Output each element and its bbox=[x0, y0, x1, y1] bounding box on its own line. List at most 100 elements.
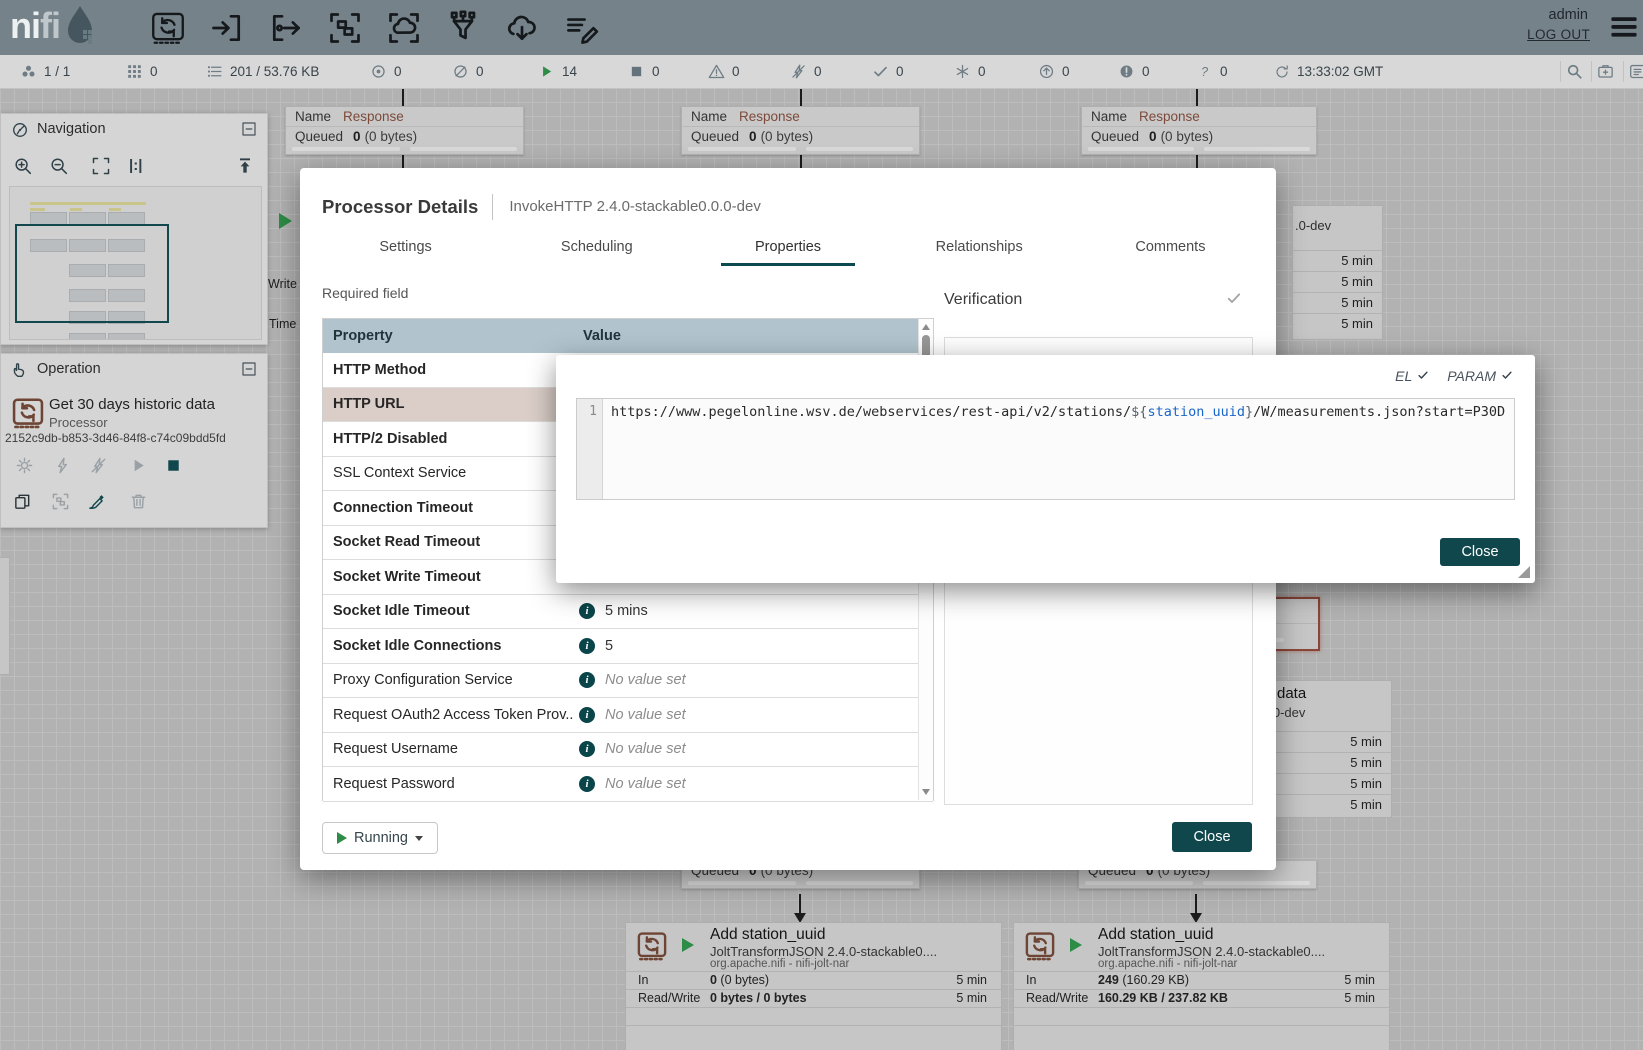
editor-close-button[interactable]: Close bbox=[1440, 538, 1520, 566]
disable-icon[interactable] bbox=[89, 456, 108, 475]
processor-partial[interactable] bbox=[0, 557, 10, 675]
processor-add-station-uuid[interactable]: Add station_uuidJoltTransformJSON 2.4.0-… bbox=[625, 922, 1002, 1050]
enable-icon[interactable] bbox=[53, 456, 72, 475]
processor-type: JoltTransformJSON 2.4.0-stackable0.... bbox=[1098, 944, 1325, 959]
status-count: 14 bbox=[562, 64, 577, 79]
minimap-component bbox=[109, 208, 121, 211]
info-icon[interactable]: i bbox=[579, 672, 595, 688]
start-icon[interactable] bbox=[129, 456, 148, 475]
connection-label[interactable]: NameResponseQueued0(0 bytes) bbox=[681, 106, 920, 155]
logo-text: ni bbox=[10, 5, 40, 47]
run-state-button[interactable]: Running bbox=[322, 822, 438, 854]
value-code-editor[interactable]: 1 https://www.pegelonline.wsv.de/webserv… bbox=[576, 398, 1515, 500]
verification-check-icon[interactable] bbox=[1226, 290, 1242, 311]
property-value[interactable]: No value set bbox=[605, 741, 686, 757]
tab-properties[interactable]: Properties bbox=[692, 230, 883, 266]
logout-link[interactable]: LOG OUT bbox=[1527, 27, 1590, 42]
info-icon[interactable]: i bbox=[579, 638, 595, 654]
processor-add-station-uuid[interactable]: Add station_uuidJoltTransformJSON 2.4.0-… bbox=[1013, 922, 1390, 1050]
property-name: Socket Idle Timeout bbox=[323, 603, 573, 619]
close-button[interactable]: Close bbox=[1172, 822, 1252, 852]
info-icon[interactable]: i bbox=[579, 707, 595, 723]
refresh-icon[interactable] bbox=[1274, 64, 1290, 80]
app-header: nifi admin LOG OUT bbox=[0, 0, 1643, 55]
property-row-socket-idle-connections[interactable]: Socket Idle Connectionsi5 bbox=[323, 629, 933, 664]
processor-partial[interactable]: .0-dev5 min5 min5 min5 min bbox=[1292, 205, 1383, 340]
editor-content[interactable]: https://www.pegelonline.wsv.de/webservic… bbox=[603, 399, 1514, 499]
property-name: HTTP URL bbox=[323, 396, 573, 412]
info-icon[interactable]: i bbox=[579, 741, 595, 757]
queue-percent-bar bbox=[806, 881, 914, 885]
status-sync-failure: ?0 bbox=[1196, 55, 1228, 88]
navigation-title: Navigation bbox=[37, 121, 106, 137]
input-port-icon[interactable] bbox=[209, 10, 245, 46]
search-icon[interactable] bbox=[1566, 55, 1583, 88]
property-value[interactable]: No value set bbox=[605, 776, 686, 792]
group-icon[interactable] bbox=[51, 492, 70, 511]
remote-process-group-icon[interactable] bbox=[386, 10, 422, 46]
status-count: 0 bbox=[1142, 64, 1150, 79]
connection-line[interactable] bbox=[1195, 894, 1197, 913]
scroll-up-icon[interactable] bbox=[922, 324, 930, 330]
sync-failure-icon: ? bbox=[1196, 63, 1213, 80]
minimap-component bbox=[30, 202, 146, 205]
birdseye-minimap[interactable] bbox=[9, 186, 262, 340]
actual-size-icon[interactable]: |:| bbox=[129, 157, 142, 174]
configure-icon[interactable] bbox=[15, 456, 34, 475]
info-icon[interactable]: i bbox=[579, 776, 595, 792]
template-icon[interactable] bbox=[504, 10, 540, 46]
copy-icon[interactable] bbox=[13, 492, 32, 511]
processor-stat-row: In0 (0 bytes)5 min bbox=[626, 971, 1001, 989]
minimap-viewport[interactable] bbox=[15, 224, 169, 323]
property-value-editor: EL PARAM 1 https://www.pegelonline.wsv.d… bbox=[556, 355, 1535, 583]
connection-name-value: Response bbox=[739, 109, 800, 124]
property-row-request-username[interactable]: Request UsernameiNo value set bbox=[323, 733, 933, 768]
connection-label[interactable]: NameResponseQueued0(0 bytes) bbox=[1081, 106, 1317, 155]
column-header-value: Value bbox=[583, 319, 933, 353]
birdseye-up-icon[interactable] bbox=[235, 156, 255, 181]
property-value[interactable]: No value set bbox=[605, 672, 686, 688]
current-user-label: admin bbox=[1549, 7, 1589, 23]
global-menu-icon[interactable] bbox=[1610, 13, 1638, 46]
property-value[interactable]: 5 bbox=[605, 638, 613, 654]
processor-icon[interactable] bbox=[150, 10, 186, 46]
dialog-subtitle: InvokeHTTP 2.4.0-stackable0.0.0-dev bbox=[492, 194, 761, 220]
resize-handle[interactable] bbox=[1518, 566, 1530, 578]
up-to-date-icon bbox=[1038, 63, 1055, 80]
property-row-proxy-configuration-service[interactable]: Proxy Configuration ServiceiNo value set bbox=[323, 664, 933, 699]
stop-icon[interactable] bbox=[164, 456, 183, 475]
collapse-icon[interactable] bbox=[241, 361, 257, 382]
zoom-fit-icon[interactable] bbox=[91, 156, 111, 181]
tab-scheduling[interactable]: Scheduling bbox=[501, 230, 692, 266]
tab-relationships[interactable]: Relationships bbox=[884, 230, 1075, 266]
output-port-icon[interactable] bbox=[268, 10, 304, 46]
stat-row: 5 min bbox=[1257, 794, 1391, 815]
property-row-socket-idle-timeout[interactable]: Socket Idle Timeout i 5 mins bbox=[323, 595, 933, 630]
process-group-icon[interactable] bbox=[327, 10, 363, 46]
tab-settings[interactable]: Settings bbox=[310, 230, 501, 266]
property-row-request-oauth2-access-token-prov[interactable]: Request OAuth2 Access Token Prov...iNo v… bbox=[323, 698, 933, 733]
funnel-icon[interactable] bbox=[445, 10, 481, 46]
label-icon[interactable] bbox=[563, 10, 599, 46]
property-value[interactable]: 5 mins bbox=[605, 603, 648, 619]
queue-percent-bar bbox=[688, 147, 796, 151]
delete-icon[interactable] bbox=[129, 492, 148, 511]
notes-icon[interactable] bbox=[1629, 55, 1643, 88]
scroll-down-icon[interactable] bbox=[922, 789, 930, 795]
info-icon[interactable]: i bbox=[579, 603, 595, 619]
zoom-in-icon[interactable] bbox=[13, 156, 33, 181]
first-aid-icon[interactable] bbox=[1597, 55, 1614, 88]
property-row-request-password[interactable]: Request PasswordiNo value set bbox=[323, 767, 933, 802]
processor-name: Add station_uuid bbox=[1098, 926, 1213, 944]
refresh-status[interactable]: 13:33:02 GMT bbox=[1274, 55, 1383, 88]
column-header-property: Property bbox=[323, 319, 583, 353]
property-value[interactable]: No value set bbox=[605, 707, 686, 723]
zoom-out-icon[interactable] bbox=[49, 156, 69, 181]
collapse-icon[interactable] bbox=[241, 121, 257, 142]
connection-line[interactable] bbox=[799, 894, 801, 913]
tab-comments[interactable]: Comments bbox=[1075, 230, 1266, 266]
processor-partial[interactable]: data0.0-dev5 min5 min5 min5 min bbox=[1256, 680, 1392, 818]
color-icon[interactable] bbox=[87, 492, 106, 511]
param-supported-badge: PARAM bbox=[1447, 368, 1513, 384]
connection-label[interactable]: NameResponseQueued0(0 bytes) bbox=[285, 106, 524, 155]
